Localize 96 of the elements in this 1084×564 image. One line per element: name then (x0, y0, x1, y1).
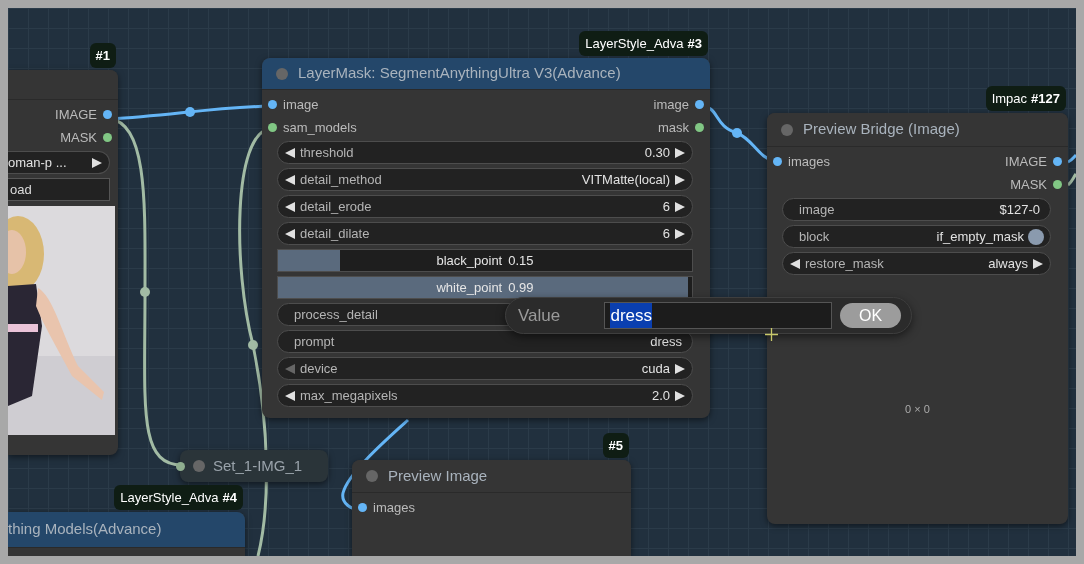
value-field[interactable]: dress (604, 302, 833, 329)
slot-label: MASK (1010, 175, 1047, 194)
input-slot-dot[interactable] (358, 503, 367, 512)
slot-label: image (283, 95, 319, 114)
crosshair-icon (765, 328, 778, 341)
link-wire (1067, 153, 1076, 164)
widget-value: VITMatte(local) (581, 170, 670, 189)
widget-label: image (799, 200, 835, 219)
node-title: thing Models(Advance) (8, 519, 162, 540)
toggle-knob-icon[interactable] (1028, 228, 1044, 245)
widget-value: cuda (641, 359, 670, 378)
toggle-widget[interactable]: block if_empty_mask (782, 225, 1051, 248)
slider-widget[interactable]: white_point 0.99 (277, 276, 693, 299)
combo-widget[interactable]: detail_erode 6 (277, 195, 693, 218)
node-badge: #5 (602, 432, 629, 458)
widget-label: black_point (436, 251, 503, 270)
combo-widget[interactable]: threshold 0.30 (277, 141, 693, 164)
slot-label: MASK (60, 128, 97, 147)
combo-widget[interactable]: max_megapixels 2.0 (277, 384, 693, 407)
node-status-dot (366, 470, 378, 482)
node-badge: LayerStyle_Adva #4 (114, 484, 243, 510)
increment-arrow-icon[interactable] (674, 146, 686, 159)
widget-label: prompt (294, 332, 335, 351)
widget-value: oman-p ... (8, 153, 67, 172)
widget-label: white_point (436, 278, 503, 297)
decrement-arrow-icon[interactable] (284, 389, 296, 402)
widget-value: always (988, 254, 1028, 273)
upload-button[interactable]: oad (8, 178, 110, 201)
slot-label: images (373, 498, 415, 517)
node-title: Preview Bridge (Image) (803, 119, 960, 140)
combo-widget[interactable]: detail_dilate 6 (277, 222, 693, 245)
slot-label: sam_models (283, 118, 357, 137)
slot-label: image (653, 95, 689, 114)
widget-value: 2.0 (651, 386, 670, 405)
dialog-label: Value (518, 304, 562, 327)
increment-arrow-icon[interactable] (674, 362, 686, 375)
widget-value: $127-0 (999, 200, 1040, 219)
widget-value: if_empty_mask (936, 227, 1024, 246)
widget-label: detail_erode (300, 197, 372, 216)
widget-label: block (799, 227, 830, 246)
input-slot-dot[interactable] (176, 461, 185, 471)
widget-label: restore_mask (805, 254, 884, 273)
output-slot-dot[interactable] (695, 100, 704, 109)
node-title: Set_1-IMG_1 (213, 455, 303, 476)
output-slot-dot[interactable] (695, 123, 704, 132)
slot-label: images (788, 152, 830, 171)
increment-arrow-icon[interactable] (674, 227, 686, 240)
decrement-arrow-icon[interactable] (789, 257, 801, 270)
node-badge: LayerStyle_Adva #3 (579, 30, 708, 56)
widget-label: max_megapixels (300, 386, 398, 405)
widget-label: detail_dilate (300, 224, 370, 243)
combo-widget[interactable]: device cuda (277, 357, 693, 380)
widget-value: dress (650, 332, 682, 351)
decrement-arrow-icon[interactable] (284, 227, 296, 240)
decrement-arrow-icon[interactable] (284, 173, 296, 186)
increment-arrow-icon[interactable] (674, 200, 686, 213)
slider-widget[interactable]: black_point 0.15 (277, 249, 693, 272)
output-slot-dot[interactable] (1053, 157, 1062, 166)
widget-label: detail_method (300, 170, 382, 189)
output-slot-dot[interactable] (1053, 180, 1062, 189)
node-title: Preview Image (388, 465, 488, 486)
combo-widget[interactable]: oman-p ... (8, 151, 110, 174)
widget-value: 6 (662, 224, 670, 243)
widget-label: process_detail (294, 305, 378, 324)
widget-value: 6 (662, 197, 670, 216)
output-slot-dot[interactable] (103, 110, 112, 119)
slot-label: mask (657, 118, 689, 137)
input-slot-dot[interactable] (268, 100, 277, 109)
input-slot-dot[interactable] (773, 157, 782, 166)
node-status-dot (193, 460, 205, 472)
widget-value: 0.15 (508, 251, 534, 270)
increment-arrow-icon[interactable] (674, 389, 686, 402)
decrement-arrow-icon[interactable] (284, 200, 296, 213)
slot-label: IMAGE (55, 105, 97, 124)
node-title: LayerMask: SegmentAnythingUltra V3(Advance) (298, 63, 621, 84)
link-wire (1067, 173, 1076, 187)
combo-widget[interactable]: detail_method VITMatte(local) (277, 168, 693, 191)
increment-arrow-icon[interactable] (91, 156, 103, 169)
increment-arrow-icon[interactable] (1032, 257, 1044, 270)
node-badge: #1 (89, 42, 116, 68)
widget-value: 0.30 (644, 143, 670, 162)
input-slot-dot[interactable] (268, 123, 277, 132)
widget-value: 0.99 (508, 278, 534, 297)
widget-label: device (300, 359, 338, 378)
output-slot-dot[interactable] (103, 133, 112, 142)
node-badge: Impac #127 (985, 85, 1066, 111)
increment-arrow-icon[interactable] (674, 173, 686, 186)
text-widget[interactable]: prompt dress (277, 330, 693, 353)
node-status-dot (781, 123, 793, 136)
slot-label: IMAGE (1005, 152, 1047, 171)
size-label: 0 × 0 (904, 402, 931, 417)
node-status-dot (276, 67, 288, 80)
decrement-arrow-icon[interactable] (284, 146, 296, 159)
text-widget[interactable]: image $127-0 (782, 198, 1051, 221)
combo-widget[interactable]: restore_mask always (782, 252, 1051, 275)
widget-label: threshold (300, 143, 354, 162)
